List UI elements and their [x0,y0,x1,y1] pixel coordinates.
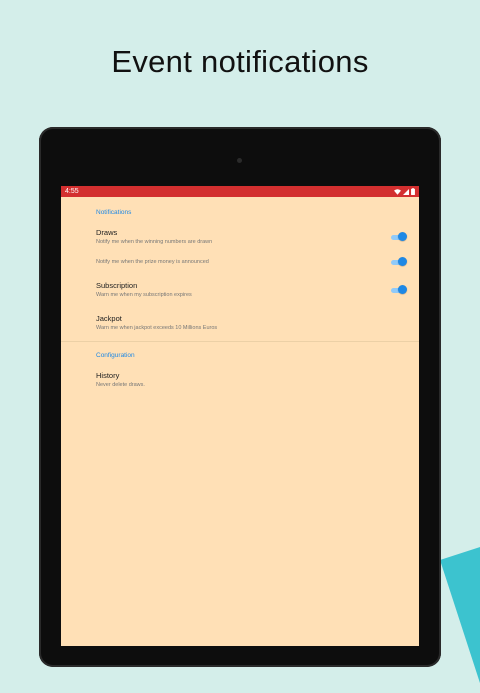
pref-jackpot-title: Jackpot [96,314,122,323]
subscription-toggle[interactable] [391,285,407,295]
pref-subscription[interactable]: Subscription Warn me when my subscriptio… [61,281,419,298]
pref-draws[interactable]: Draws Notify me when the winning numbers… [61,228,419,245]
prize-toggle[interactable] [391,257,407,267]
signal-icon [403,188,409,195]
status-bar: 4:55 [61,186,419,197]
pref-draws-summary: Notify me when the winning numbers are d… [96,239,213,245]
pref-prize-summary: Notify me when the prize money is announ… [96,259,209,265]
camera-icon [237,158,242,163]
status-time: 4:55 [65,188,79,195]
app-screen: 4:55 Notifications Draws Notify me when … [61,186,419,646]
toggle-thumb [398,232,407,241]
wifi-icon [394,188,401,195]
pref-jackpot-summary: Warn me when jackpot exceeds 10 Millions… [96,325,218,331]
pref-history[interactable]: History Never delete draws. [61,371,419,388]
pref-jackpot[interactable]: Jackpot Warn me when jackpot exceeds 10 … [61,314,419,331]
section-title-configuration: Configuration [96,352,135,359]
draws-toggle[interactable] [391,232,407,242]
pref-draws-title: Draws [96,228,118,237]
toggle-thumb [398,285,407,294]
pref-history-summary: Never delete draws. [96,382,145,388]
toggle-thumb [398,257,407,266]
pref-subscription-title: Subscription [96,281,138,290]
status-icons [394,188,415,195]
pref-subscription-summary: Warn me when my subscription expires [96,292,192,298]
pref-prize[interactable]: Notify me when the prize money is announ… [61,257,419,267]
pref-history-title: History [96,371,120,380]
tablet-frame: 4:55 Notifications Draws Notify me when … [39,127,441,667]
accent-shape [440,522,480,693]
section-title-notifications: Notifications [96,209,132,216]
battery-icon [411,188,415,195]
headline: Event notifications [111,44,369,79]
